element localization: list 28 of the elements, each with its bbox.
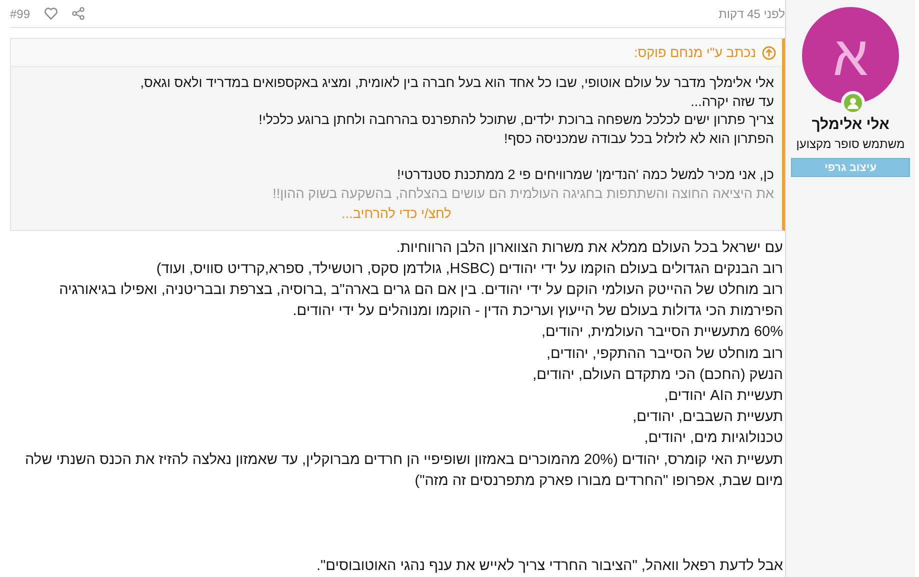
post-text: תעשיית הAI יהודים, — [663, 386, 783, 406]
post-text: הנשק (החכם) הכי מתקדם העולם, יהודים, — [532, 366, 783, 385]
avatar[interactable]: א — [802, 7, 899, 104]
post-text: רוב מוחלט של הסייבר ההתקפי, יהודים, — [546, 344, 783, 364]
quote-text: כן, אני מכיר למשל כמה 'הנדימן' שמרוויחים פי 2 ממתכנת סטנדרטי! — [396, 166, 774, 184]
post-text: 60% מתעשיית הסייבר העולמית, יהודים, — [540, 323, 783, 342]
quote-text: אלי אלימלך מדבר על עולם אוטופי, שבו כל אחד הוא בעל חברה בין לאומית, ומציג באקספואים במדריד ולאס וגאס, — [139, 74, 774, 92]
post-text: עם ישראל בכל העולם ממלא את משרות הצווארון הלבן הרווחיות. — [395, 238, 783, 258]
quote-text: צריך פתרון ישים לכלכל משפחה ברוכת ילדים, שתוכל להתפרנס בהרחבה ולחתן ברוגע כלכלי! — [258, 111, 774, 129]
user-title: משתמש סופר מקצוען — [796, 137, 905, 151]
expand-link[interactable]: לחצ/י כדי להרחיב... — [342, 205, 452, 224]
post-number[interactable]: #99 — [10, 6, 30, 20]
quote-text: עד שזה יקרה... — [690, 92, 774, 110]
post-text: תעשיית האי קומרס, יהודים (20% מהמוכרים באמזון ושופיפיי הן חרדים מברוקלין, עד שאמזון נאלצה להזיז את הכנס השנתי שלה מיום שבת, אפרופו "החרדים מבורו פארק מתפרנסים זה מזה") — [24, 450, 783, 491]
post-text: אבל לדעת רפאל וואהל, "הציבור החרדי צריך לאייש את ענף נהגי האוטובוסים". — [315, 556, 783, 576]
quote-text: הפתרון הוא לא לזלזל בכל עבודה שמכניסה כסף! — [502, 130, 774, 148]
quote-author: נכתב ע"י מנחם פוקס: — [634, 45, 756, 60]
post-text: רוב הבנקים הגדולים בעולם הוקמו על ידי יהודים (HSBC, גולדמן סקס, רוטשילד, ספרא,קרדיט סוויס, ועוד) — [155, 260, 783, 279]
post-text: רוב מוחלט של ההייטק העולמי הוקם על ידי יהודים. בין אם הם גרים בארה"ב ,ברוסיה, בצרפת ובבריטניה, ואפילו בגיאורגיה הפירמות הכי גדולות בעולם של הייעוץ ועריכת הדין - הוקמו ומנוהלים על ידי יהודים. — [58, 280, 783, 322]
post-text: תעשיית השבבים, יהודים, — [632, 408, 783, 428]
user-banner: עיצוב גרפי — [791, 158, 910, 177]
post-text: טכנולוגיות מים, יהודים, — [643, 429, 783, 448]
author-name[interactable]: אלי אלימלך — [812, 116, 890, 133]
like-icon[interactable] — [44, 7, 58, 20]
share-icon[interactable] — [72, 7, 86, 20]
arrow-up-icon[interactable] — [762, 46, 776, 60]
quote-text: את היציאה החוצה והשתתפות בחגיגה העולמית הם עושים בהצלחה, בהשקעה בשוק ההון!! — [272, 184, 774, 202]
post-time[interactable]: לפני 45 דקות — [718, 6, 785, 20]
